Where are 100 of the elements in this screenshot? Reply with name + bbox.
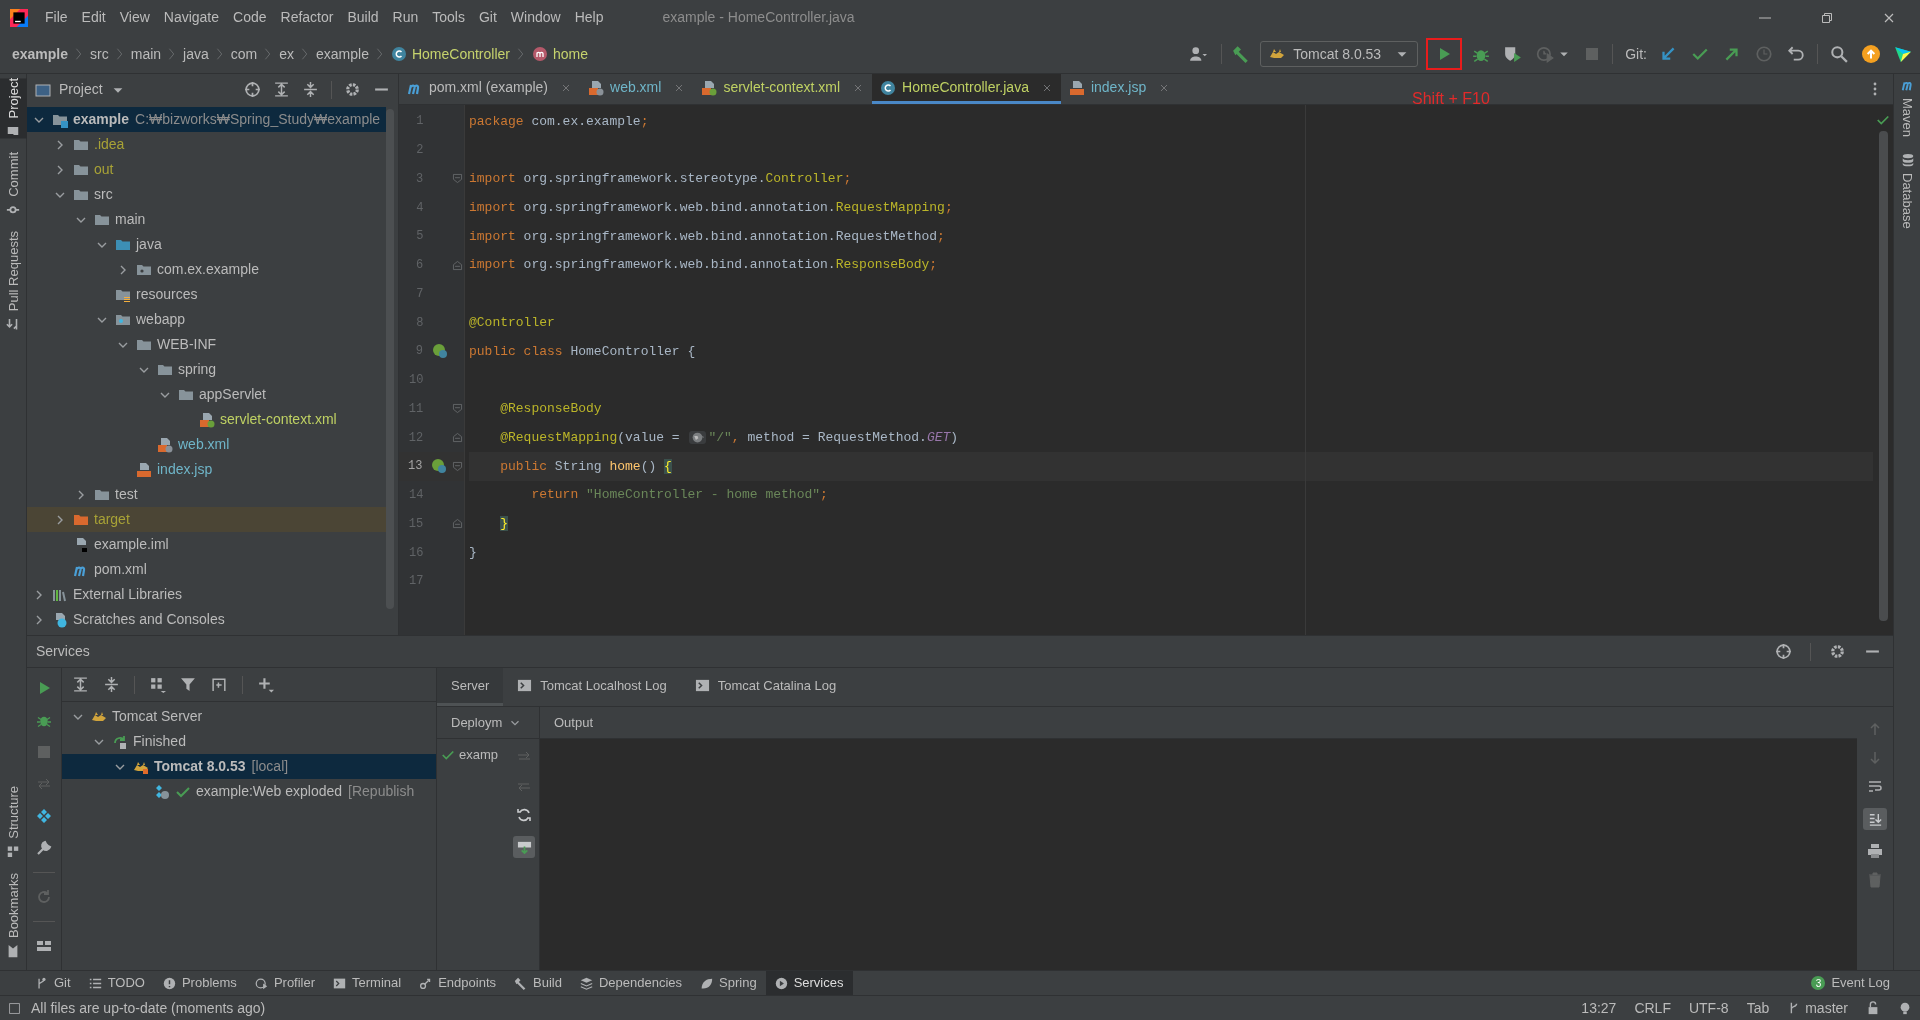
refresh-icon[interactable] (516, 807, 532, 823)
fold-icon[interactable] (451, 459, 464, 473)
panel-title-dropdown[interactable]: Project (35, 79, 125, 100)
menu-item[interactable]: Run (385, 4, 426, 31)
breadcrumb-item[interactable]: com (230, 43, 258, 65)
breadcrumb-item[interactable]: example (316, 43, 369, 65)
status-item[interactable]: 13:27 (1581, 997, 1617, 1019)
tree-item[interactable]: out (27, 157, 386, 182)
search-icon[interactable] (1830, 45, 1848, 63)
inspector-icon[interactable] (1898, 1001, 1912, 1015)
deploy-button[interactable] (513, 836, 535, 858)
hammer-icon[interactable] (1232, 45, 1251, 63)
menu-item[interactable]: Refactor (273, 4, 341, 31)
tool-window-tab[interactable]: Project (0, 78, 27, 139)
menu-item[interactable]: Edit (74, 4, 113, 31)
tool-window-tab[interactable]: Profiler (245, 971, 325, 995)
tool-window-tab[interactable]: Maven (1894, 78, 1920, 138)
tool-window-tab[interactable]: Terminal (324, 971, 411, 995)
user-icon[interactable] (1189, 45, 1208, 63)
run-button[interactable] (1426, 38, 1463, 70)
target-icon[interactable] (1775, 643, 1792, 660)
tree-item[interactable]: Scratches and Consoles (27, 607, 386, 632)
tool-window-tab[interactable]: Problems (153, 971, 246, 995)
upgrade-icon[interactable] (1862, 45, 1880, 63)
tool-window-tab[interactable]: Services (765, 971, 853, 995)
tree-item[interactable]: index.jsp (27, 457, 386, 482)
group-icon[interactable] (149, 676, 166, 693)
expand-all-icon[interactable] (273, 81, 290, 98)
collapse-all-icon[interactable] (103, 676, 120, 693)
menu-item[interactable]: Build (340, 4, 386, 31)
tree-item[interactable]: example C:₩bizworks₩Spring_Study₩example (27, 107, 386, 132)
scrollbar-thumb[interactable] (386, 109, 394, 609)
menu-item[interactable]: Help (567, 4, 611, 31)
arrow-icon[interactable] (1659, 45, 1677, 63)
tab[interactable]: Tomcat Catalina Log (680, 668, 851, 706)
status-item[interactable]: CRLF (1634, 997, 1671, 1019)
fold-icon[interactable] (451, 517, 464, 531)
menu-item[interactable]: Window (503, 4, 568, 31)
tool-window-tab[interactable]: Pull Requests (0, 231, 27, 332)
shield-play-icon[interactable] (1504, 45, 1523, 63)
fold-icon[interactable] (451, 402, 464, 416)
menu-item[interactable]: Code (226, 4, 274, 31)
tree-item[interactable]: main (27, 207, 386, 232)
settings-icon[interactable] (1829, 643, 1846, 660)
breadcrumb-item[interactable]: ex (279, 43, 294, 65)
menu-item[interactable]: Navigate (156, 4, 227, 31)
run-configuration-dropdown[interactable]: Tomcat 8.0.53 (1260, 41, 1419, 67)
tree-item[interactable]: External Libraries (27, 582, 386, 607)
menu-item[interactable]: Tools (425, 4, 472, 31)
tree-item[interactable]: test (27, 482, 386, 507)
bean-icon[interactable] (432, 343, 449, 360)
editor-tab[interactable]: web.xml (580, 74, 694, 104)
settings-icon[interactable] (344, 81, 361, 98)
wrap-icon[interactable] (1867, 779, 1883, 795)
target-icon[interactable] (244, 81, 261, 98)
tool-window-tab[interactable]: Database (1894, 153, 1920, 229)
scrollbar-thumb[interactable] (1878, 131, 1888, 621)
scroll-to-end-button[interactable] (1863, 808, 1887, 830)
tool-window-tab[interactable]: Spring (691, 971, 766, 995)
tree-item[interactable]: java (27, 232, 386, 257)
tree-item[interactable]: spring (27, 357, 386, 382)
tree-item[interactable]: webapp (27, 307, 386, 332)
tree-item[interactable]: example:Web exploded [Republish (62, 779, 436, 804)
breadcrumb-item[interactable]: src (90, 43, 109, 65)
fold-icon[interactable] (451, 258, 464, 272)
tab[interactable]: Tomcat Localhost Log (503, 668, 681, 706)
new-tab-icon[interactable] (211, 676, 228, 693)
print-icon[interactable] (1867, 843, 1883, 859)
tree-item[interactable]: target (27, 507, 386, 532)
collapse-all-icon[interactable] (302, 81, 319, 98)
breadcrumb-item[interactable]: example (12, 43, 69, 65)
tree-item[interactable]: .idea (27, 132, 386, 157)
tree-item[interactable]: com.ex.example (27, 257, 386, 282)
status-item[interactable]: UTF-8 (1688, 997, 1729, 1019)
tool-window-tab[interactable]: Commit (0, 152, 27, 218)
breadcrumb-item[interactable]: java (183, 43, 209, 65)
wrench-icon[interactable] (36, 840, 52, 856)
tree-item[interactable]: pom.xml (27, 557, 386, 582)
dropdown[interactable]: Deploym (437, 707, 539, 739)
tree-item[interactable]: WEB-INF (27, 332, 386, 357)
bean-icon[interactable] (431, 458, 448, 475)
status-item[interactable]: Tab (1746, 997, 1770, 1019)
breadcrumb-item[interactable]: home (532, 43, 588, 65)
fold-icon[interactable] (451, 431, 464, 445)
filter-icon[interactable] (180, 676, 197, 693)
breadcrumb-item[interactable]: HomeController (390, 43, 510, 65)
tool-window-tab[interactable]: Structure (0, 786, 27, 859)
panel-toggle-icon[interactable] (8, 1001, 21, 1015)
tree-item[interactable]: servlet-context.xml (27, 407, 386, 432)
editor-tab[interactable]: index.jsp (1060, 74, 1179, 104)
tool-window-tab[interactable]: 3 Event Log (1811, 971, 1890, 995)
tree-item[interactable]: resources (27, 282, 386, 307)
lock-icon[interactable] (1866, 1001, 1880, 1015)
tool-window-tab[interactable]: TODO (79, 971, 154, 995)
breadcrumb-item[interactable]: main (130, 43, 162, 65)
menu-item[interactable]: Git (471, 4, 504, 31)
expand-all-icon[interactable] (72, 676, 89, 693)
toolbox-icon[interactable] (1894, 45, 1912, 63)
tool-window-tab[interactable]: Endpoints (410, 971, 505, 995)
editor-tab[interactable]: HomeController.java (872, 74, 1061, 104)
